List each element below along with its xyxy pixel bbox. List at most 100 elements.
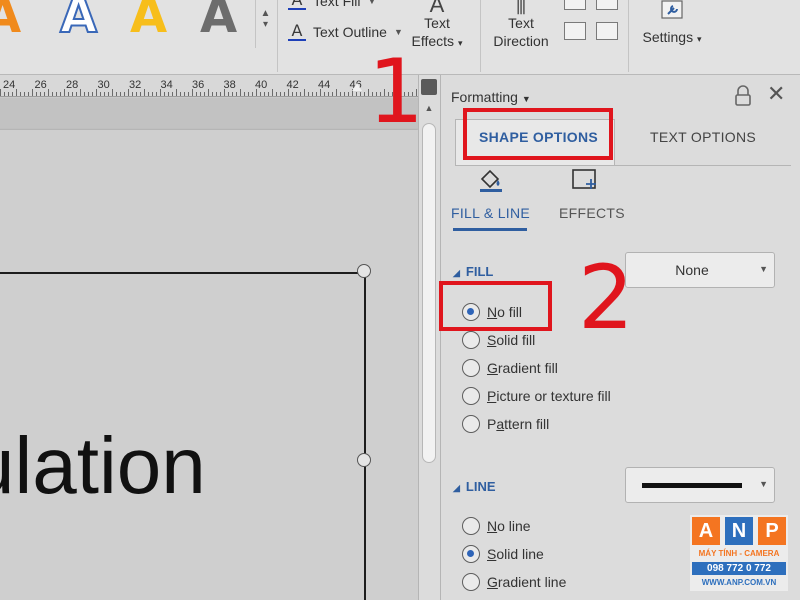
close-icon[interactable]: ✕ [767,83,785,105]
ruler-tick [332,92,333,96]
ruler-tick [296,92,297,96]
wordart-gallery-more-button[interactable]: ▲ ▾ [255,0,275,48]
watermark-logo: A N P MÁY TÍNH - CAMERA 098 772 0 772 WW… [690,515,788,591]
lock-icon[interactable] [733,85,753,107]
ruler-tick [244,92,245,96]
category-effects[interactable]: EFFECTS [559,205,625,221]
resize-handle-right[interactable] [357,453,371,467]
ruler-tick [64,89,65,96]
ruler-tick [236,92,237,96]
line-option-label: Solid line [487,546,544,562]
line-option-solid-line[interactable]: Solid line [462,545,544,563]
break-link-button[interactable] [596,22,618,40]
settings-button[interactable]: Settings ▾ [636,0,708,48]
tab-divider [455,165,791,166]
ruler-tick [8,92,9,96]
text-outline-label: Text Outline [313,24,387,40]
chevron-down-icon: ▾ [457,38,463,48]
text-fill-button[interactable]: A Text Fill ▼ [288,0,376,10]
fill-option-solid-fill[interactable]: Solid fill [462,331,535,349]
ruler-number: 34 [160,79,173,91]
category-fill-line[interactable]: FILL & LINE [451,205,530,221]
text-fill-icon: A [288,0,306,10]
radio-icon[interactable] [462,387,480,405]
ruler-tick [272,89,273,96]
line-option-no-line[interactable]: No line [462,517,531,535]
text-direction-button[interactable]: ⫼ Text Direction [488,0,554,50]
line-color-swatch [642,483,742,488]
ruler-tick [56,92,57,96]
fill-option-picture-fill[interactable]: Picture or texture fill [462,387,611,405]
ruler-tick [220,92,221,96]
ruler-tick [200,92,201,96]
ruler-tick [32,89,33,96]
text-box-button[interactable] [596,0,618,10]
ruler-tick [196,92,197,96]
watermark-letter-n: N [725,517,753,545]
ruler-tick [156,92,157,96]
scrollbar-thumb[interactable] [422,123,436,463]
chevron-down-icon: ▾ [696,34,702,44]
ruler-tick [228,92,229,96]
radio-icon[interactable] [462,573,480,591]
fill-section-header[interactable]: ◢ FILL [453,264,493,279]
create-link-button[interactable] [564,22,586,40]
document-text[interactable]: culation [0,421,206,511]
vertical-scrollbar[interactable]: ▲ [418,75,440,600]
ruler-tick [344,92,345,96]
wordart-style-yellow[interactable]: A [130,0,167,44]
ruler-number: 24 [3,79,16,91]
ruler-tick [68,92,69,96]
align-text-button[interactable] [564,0,586,10]
text-direction-label-1: Text [508,15,534,31]
ruler-tick [300,92,301,96]
ruler-tick [136,92,137,96]
ruler-number: 32 [129,79,142,91]
radio-icon[interactable] [462,415,480,433]
ruler-tick [0,89,1,96]
ruler-tick [340,92,341,96]
fill-option-gradient-fill[interactable]: Gradient fill [462,359,558,377]
ruler-tick [36,92,37,96]
effects-icon[interactable] [571,167,599,193]
ruler-tick [280,92,281,96]
line-color-dropdown[interactable]: ▼ [625,467,775,503]
text-outline-button[interactable]: A Text Outline ▼ [288,23,403,41]
ruler-tick [48,89,49,96]
text-effects-icon: A [429,0,445,17]
settings-label: Settings [642,29,694,45]
right-indent-marker[interactable] [352,83,362,91]
wrench-icon [661,0,683,19]
line-option-gradient-line[interactable]: Gradient line [462,573,566,591]
ruler-tick [112,89,113,96]
radio-icon[interactable] [462,331,480,349]
ruler-tick [120,92,121,96]
ruler-tick [128,89,129,96]
ruler-number: 36 [192,79,205,91]
ruler-tick [76,92,77,96]
resize-handle-top-right[interactable] [357,264,371,278]
line-section-header[interactable]: ◢ LINE [453,479,496,494]
pane-title-menu[interactable]: Formatting ▼ [451,89,531,105]
ruler-tick [116,92,117,96]
ruler-tick [224,89,225,96]
fill-option-pattern-fill[interactable]: Pattern fill [462,415,549,433]
collapse-triangle-icon: ◢ [453,483,460,493]
ruler-tick [288,89,289,96]
radio-selected-icon[interactable] [462,545,480,563]
paint-bucket-icon[interactable] [477,167,505,193]
chevron-down-icon: ▼ [393,27,403,37]
fill-color-dropdown[interactable]: None ▼ [625,252,775,288]
ruler-tick [104,92,105,96]
ruler-number: 30 [97,79,110,91]
wordart-style-outline[interactable]: A [59,0,98,45]
ruler-tick [4,92,5,96]
wordart-style-gray[interactable]: A [200,0,237,44]
radio-icon[interactable] [462,517,480,535]
wordart-style-orange[interactable]: A [0,0,21,44]
radio-icon[interactable] [462,359,480,377]
ruler-tick [252,92,253,96]
ruler-tick [316,92,317,96]
tab-text-options[interactable]: TEXT OPTIONS [650,129,756,145]
ruler-tick [96,89,97,96]
